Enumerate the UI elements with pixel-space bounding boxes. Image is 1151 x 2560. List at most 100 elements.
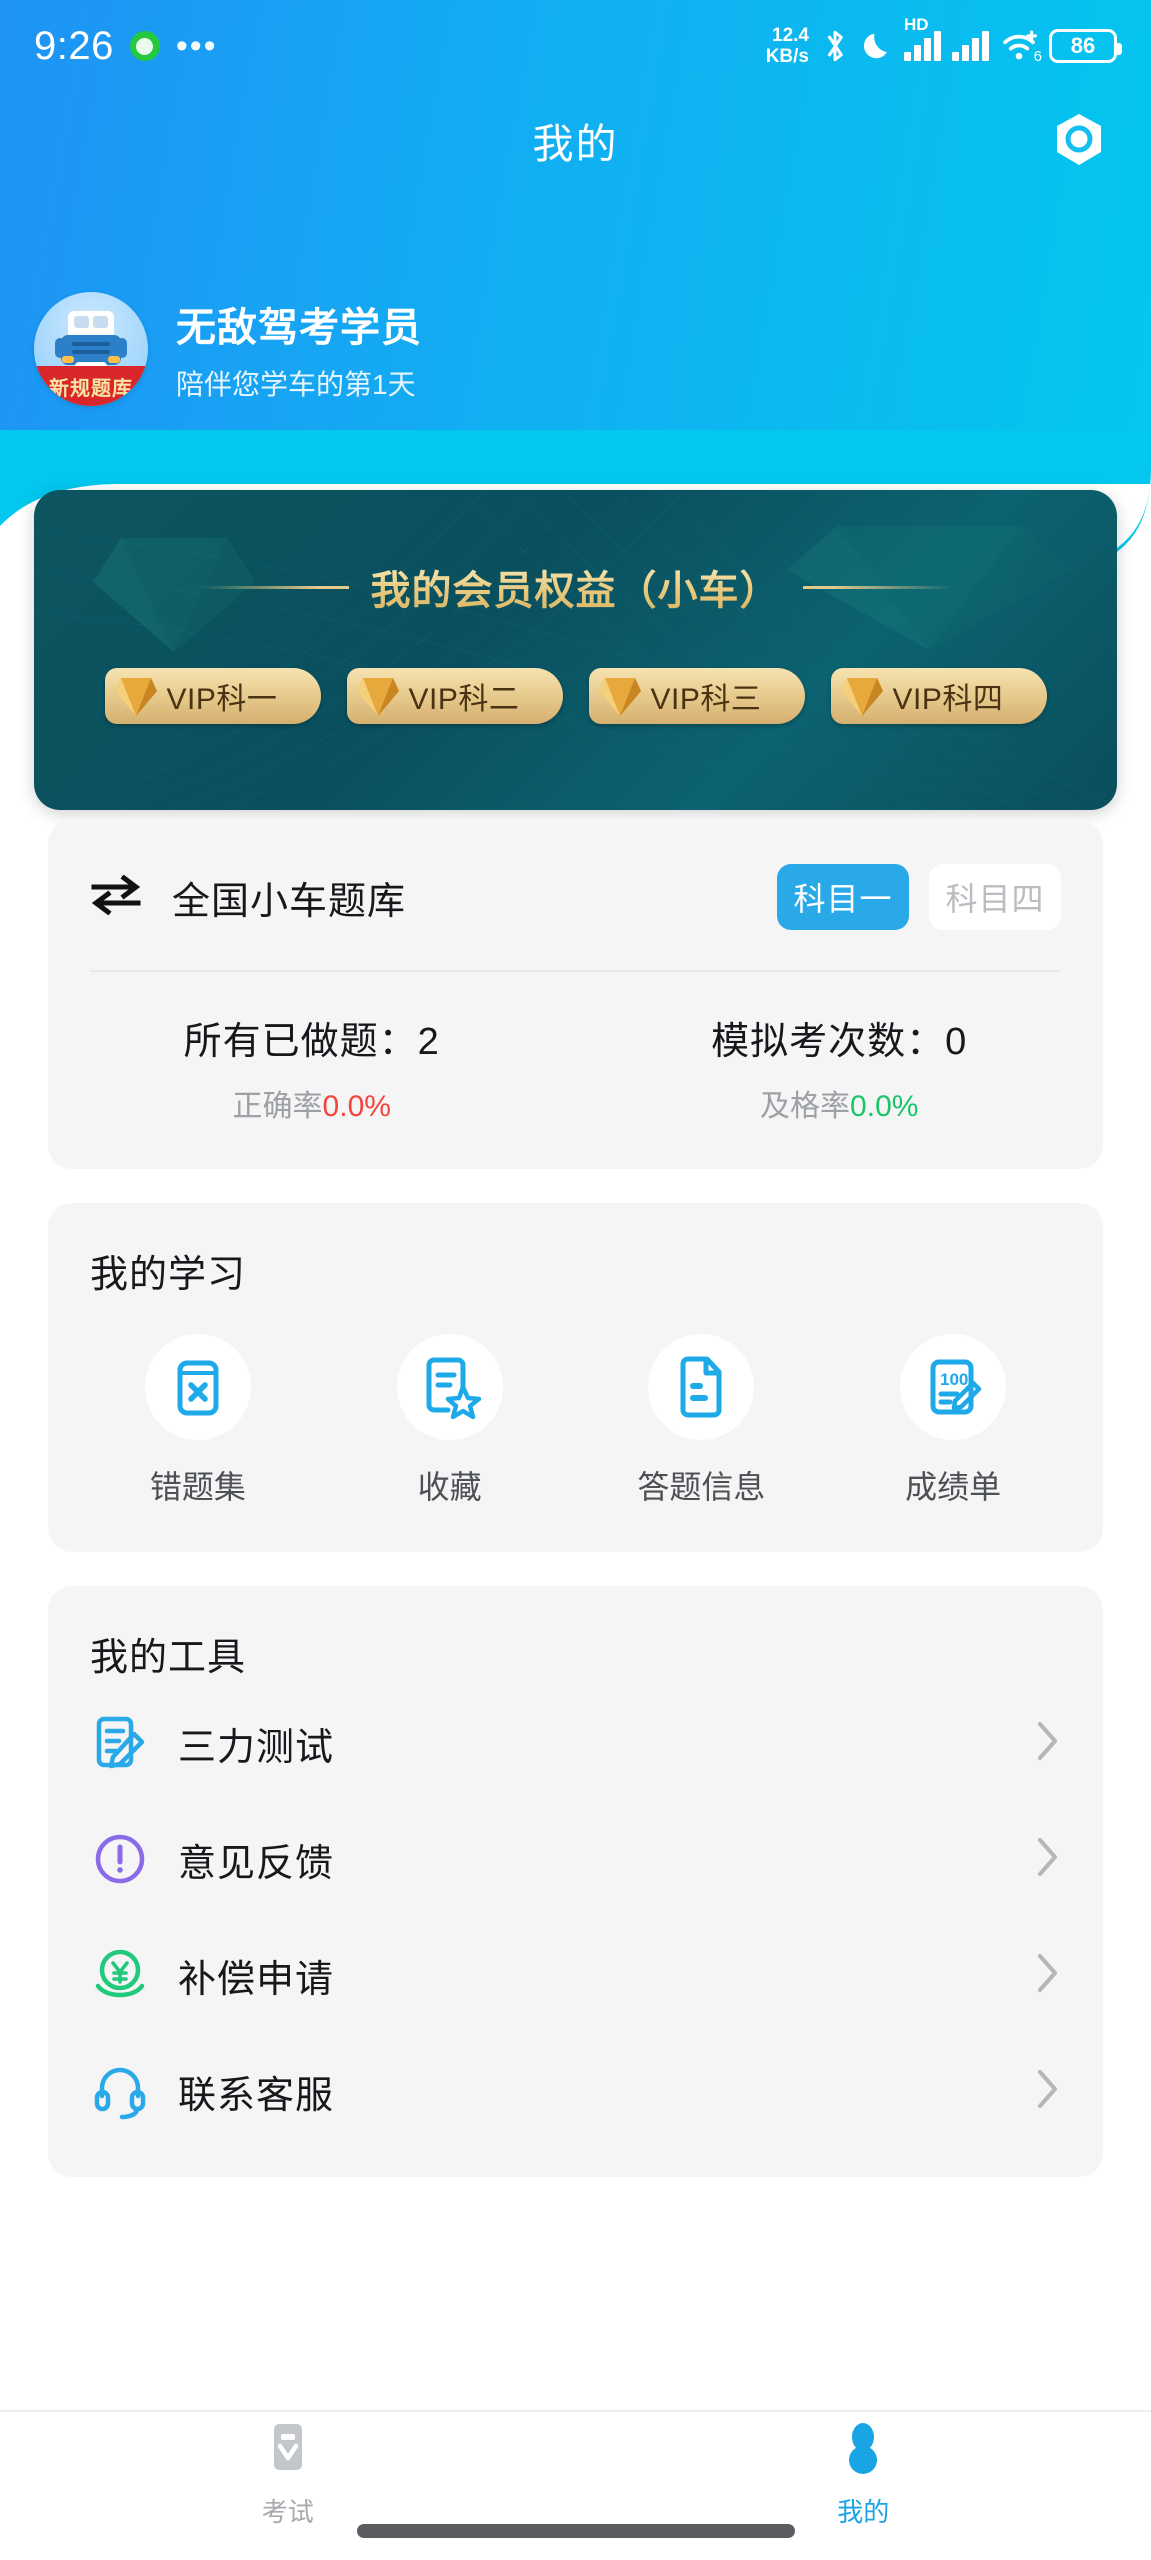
gear-hexagon-icon (1057, 114, 1101, 165)
question-bank-header: 全国小车题库 科目一 科目四 (48, 820, 1103, 970)
chevron-right-icon (1035, 1952, 1061, 1999)
diamond-icon (114, 678, 157, 716)
signal-bars-icon-2 (952, 31, 989, 61)
stat-mock-exams: 模拟考次数：0 及格率0.0% (576, 1010, 1104, 1125)
answer-document-icon (680, 1356, 722, 1418)
subject-tabs: 科目一 科目四 (777, 864, 1061, 930)
main-content: 全国小车题库 科目一 科目四 所有已做题：2 正确率0.0% 模拟考次数：0 及… (0, 820, 1151, 2211)
bluetooth-icon (820, 27, 850, 65)
network-speed-value: 12.4 (772, 25, 809, 46)
tool-row-feedback[interactable]: 意见反馈 (48, 1801, 1103, 1917)
hd-icon: HD (904, 15, 929, 34)
study-item-answer-info[interactable]: 答题信息 (576, 1334, 828, 1508)
study-grid: 错题集 收藏 答题信息 100 成绩单 (48, 1298, 1103, 1552)
study-item-label: 错题集 (149, 1469, 246, 1505)
diamond-icon (598, 678, 641, 716)
study-item-label: 成绩单 (905, 1469, 1002, 1505)
question-bank-name: 全国小车题库 (172, 880, 407, 923)
vip-badge-label: VIP科四 (892, 683, 1004, 716)
chevron-right-icon (1035, 2068, 1061, 2115)
study-item-label: 收藏 (417, 1469, 482, 1505)
diamond-icon (356, 678, 399, 716)
question-bank-card: 全国小车题库 科目一 科目四 所有已做题：2 正确率0.0% 模拟考次数：0 及… (48, 820, 1103, 1169)
stat-title: 模拟考次数：0 (711, 1021, 968, 1063)
wifi-icon: 6 (1000, 29, 1042, 65)
vip-badge-label: VIP科三 (650, 683, 762, 716)
vip-badge-subject-4[interactable]: VIP科四 (830, 668, 1047, 724)
profile-info: 无敌驾考学员 陪伴您学车的第1天 (176, 295, 422, 403)
wrong-questions-book-icon (177, 1360, 219, 1416)
do-not-disturb-moon-icon (861, 28, 893, 64)
network-speed-indicator: 12.4 KB/s (766, 25, 809, 67)
test-edit-icon (90, 1713, 150, 1773)
study-item-label: 答题信息 (637, 1469, 766, 1505)
study-icon-container: 100 (900, 1334, 1007, 1440)
stat-rate-value: 0.0% (850, 1090, 919, 1123)
study-section-title: 我的学习 (90, 1254, 247, 1296)
vip-title-rule-right (802, 585, 953, 589)
recording-dot-icon (129, 31, 160, 61)
study-item-score-report[interactable]: 100 成绩单 (827, 1334, 1079, 1508)
battery-icon: 86 (1049, 29, 1122, 63)
vip-badges-row: VIP科一 VIP科二 VIP科三 VIP科四 (34, 668, 1117, 724)
stat-rate: 正确率0.0% (48, 1081, 576, 1125)
wifi-generation-label: 6 (1033, 48, 1042, 65)
tool-row-three-ability-test[interactable]: 三力测试 (48, 1685, 1103, 1801)
profile-person-icon (849, 2422, 878, 2474)
settings-button[interactable] (1047, 108, 1111, 172)
tab-label: 考试 (261, 2496, 314, 2527)
tool-row-customer-service[interactable]: 联系客服 (48, 2033, 1103, 2149)
vip-benefits-card[interactable]: 我的会员权益（小车） VIP科一 VIP科二 VIP科三 VIP科四 (34, 490, 1117, 810)
page-title: 我的 (532, 121, 619, 167)
study-item-wrong-questions[interactable]: 错题集 (72, 1334, 324, 1508)
status-bar-clock: 9:26 (34, 23, 114, 68)
favorite-star-doc-icon (426, 1357, 481, 1419)
avatar-ribbon-label: 新规题库 (34, 366, 148, 406)
vip-badge-subject-2[interactable]: VIP科二 (346, 668, 563, 724)
bottom-tab-bar: 考试 我的 (0, 2410, 1151, 2560)
tools-section-title: 我的工具 (90, 1637, 247, 1679)
profile-section[interactable]: 新规题库 无敌驾考学员 陪伴您学车的第1天 (34, 292, 422, 406)
stat-rate-label: 正确率 (232, 1090, 323, 1123)
avatar[interactable]: 新规题库 (34, 292, 148, 406)
stat-rate-value: 0.0% (322, 1090, 391, 1123)
tool-row-compensation[interactable]: 补偿申请 (48, 1917, 1103, 2033)
vip-badge-subject-1[interactable]: VIP科一 (104, 668, 321, 724)
tool-label: 意见反馈 (178, 1842, 335, 1885)
more-icon: ••• (175, 27, 218, 65)
chevron-right-icon (1035, 1836, 1061, 1883)
battery-level-label: 86 (1070, 33, 1096, 58)
page-header: 我的 (0, 100, 1151, 180)
question-bank-stats: 所有已做题：2 正确率0.0% 模拟考次数：0 及格率0.0% (48, 972, 1103, 1169)
stat-title: 所有已做题：2 (183, 1021, 440, 1063)
vip-badge-label: VIP科一 (166, 683, 278, 716)
tab-label: 我的 (837, 2496, 890, 2527)
chevron-right-icon (1035, 1720, 1061, 1767)
vip-card-title-row: 我的会员权益（小车） (34, 558, 1117, 616)
study-icon-container (144, 1334, 251, 1440)
study-item-favorites[interactable]: 收藏 (324, 1334, 576, 1508)
status-bar: 9:26 ••• 12.4 KB/s HD 6 86 (0, 0, 1151, 92)
vip-badge-label: VIP科二 (408, 683, 520, 716)
tab-subject-1[interactable]: 科目一 (777, 864, 909, 930)
status-bar-right: 12.4 KB/s HD 6 86 (766, 15, 1122, 67)
tools-card: 我的工具 三力测试 意见反馈 补偿申请 联系客服 (48, 1586, 1103, 2177)
exam-clipboard-icon (273, 2423, 302, 2470)
study-icon-container (396, 1334, 503, 1440)
vip-badge-subject-3[interactable]: VIP科三 (588, 668, 805, 724)
tab-subject-4[interactable]: 科目四 (929, 864, 1061, 930)
stat-questions-done: 所有已做题：2 正确率0.0% (48, 1010, 576, 1125)
home-indicator[interactable] (356, 2524, 795, 2538)
score-report-icon: 100 (930, 1359, 982, 1415)
signal-bars-icon (904, 31, 941, 61)
status-bar-left: 9:26 ••• (34, 24, 218, 69)
tool-label: 补偿申请 (178, 1958, 335, 2001)
stat-rate-label: 及格率 (760, 1090, 851, 1123)
headset-support-icon (90, 2061, 150, 2121)
profile-subtitle: 陪伴您学车的第1天 (176, 369, 416, 400)
study-icon-container (648, 1334, 755, 1440)
swap-arrows-icon[interactable] (90, 874, 142, 920)
stat-rate: 及格率0.0% (576, 1081, 1104, 1125)
tool-label: 联系客服 (178, 2074, 335, 2117)
tool-label: 三力测试 (178, 1726, 335, 1769)
